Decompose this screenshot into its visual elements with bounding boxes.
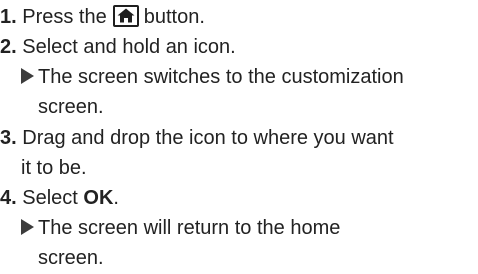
step-4-number: 4. — [0, 187, 17, 209]
step-3-line-2: it to be. — [21, 157, 87, 179]
step-2-result-line-2: screen. — [38, 96, 104, 118]
step-2-result-line-1: The screen switches to the customization — [38, 66, 404, 88]
step-4-text-after: . — [113, 187, 119, 209]
step-4-ok-label: OK — [83, 187, 114, 209]
step-3-number: 3. — [0, 127, 17, 149]
result-arrow-icon — [21, 68, 34, 84]
step-2: 2. Select and hold an icon. — [0, 32, 236, 62]
step-2-number: 2. — [0, 36, 17, 58]
result-arrow-icon — [21, 219, 34, 235]
step-4-result-line-2: screen. — [38, 247, 104, 269]
step-1-text-before: Press the — [22, 6, 107, 28]
step-4-result: The screen will return to the home — [21, 213, 340, 243]
step-3: 3. Drag and drop the icon to where you w… — [0, 123, 394, 153]
step-3-continued: it to be. — [21, 153, 87, 183]
step-3-line-1: Drag and drop the icon to where you want — [22, 127, 394, 149]
step-1-text-after: button. — [143, 6, 205, 28]
step-2-text: Select and hold an icon. — [22, 36, 236, 58]
step-2-result-continued: screen. — [38, 92, 104, 122]
step-1: 1. Press the button. — [0, 2, 205, 32]
step-4-result-line-1: The screen will return to the home — [38, 217, 341, 239]
home-icon — [112, 5, 139, 27]
step-1-number: 1. — [0, 6, 17, 28]
instruction-list: 1. Press the button. 2. Select and hold a… — [0, 0, 478, 274]
step-4: 4. Select OK. — [0, 183, 119, 213]
step-4-result-continued: screen. — [38, 243, 104, 273]
step-4-text-before: Select — [22, 187, 78, 209]
step-2-result: The screen switches to the customization — [21, 62, 404, 92]
